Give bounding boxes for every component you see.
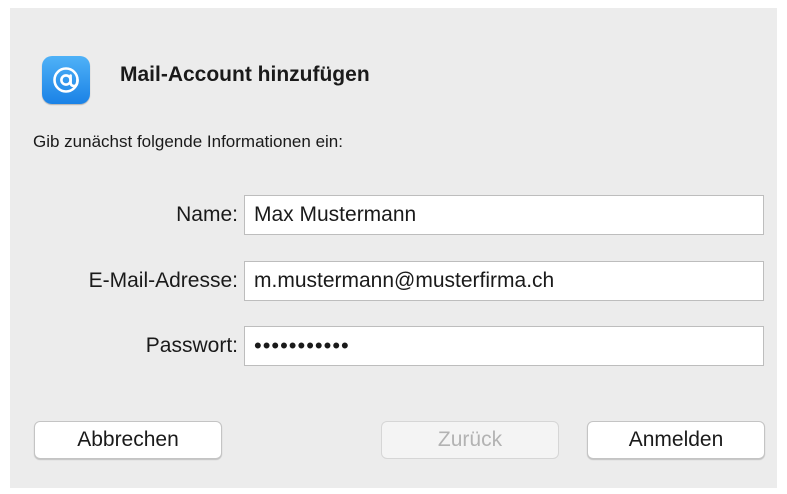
email-label: E-Mail-Adresse: xyxy=(88,269,238,292)
back-button[interactable]: Zurück xyxy=(381,421,559,459)
dialog-subtitle: Gib zunächst folgende Informationen ein: xyxy=(33,132,343,151)
name-field[interactable]: Max Mustermann xyxy=(244,195,764,235)
dialog-title: Mail-Account hinzufügen xyxy=(120,63,370,86)
add-mail-account-dialog: Mail-Account hinzufügen Gib zunächst fol… xyxy=(10,8,777,488)
login-button[interactable]: Anmelden xyxy=(587,421,765,459)
password-label: Passwort: xyxy=(145,334,238,357)
password-field[interactable]: ••••••••••• xyxy=(244,326,764,366)
email-field[interactable]: m.mustermann@musterfirma.ch xyxy=(244,261,764,301)
name-label: Name: xyxy=(176,203,238,226)
cancel-button[interactable]: Abbrechen xyxy=(34,421,222,459)
mail-at-sign-icon xyxy=(42,56,90,104)
